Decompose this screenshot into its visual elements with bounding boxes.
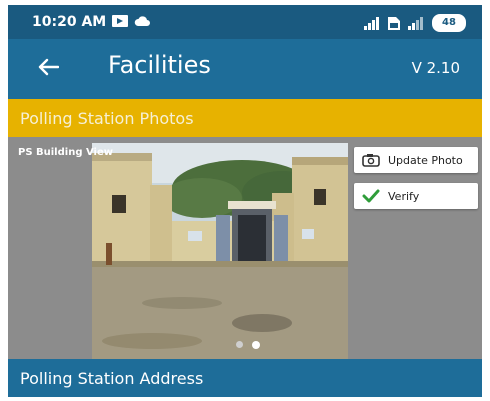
carousel-dot-2[interactable] <box>252 341 260 349</box>
sim-card-icon <box>388 16 400 30</box>
carousel-dot-1[interactable] <box>236 341 243 348</box>
status-right-icons: 48 <box>364 14 466 32</box>
app-version: V 2.10 <box>411 59 460 77</box>
photo-label: PS Building View <box>18 147 113 158</box>
status-time: 10:20 AM <box>32 14 107 30</box>
app-bar: Facilities V 2.10 <box>8 39 482 95</box>
signal-icon <box>364 16 379 30</box>
verify-button[interactable]: Verify <box>354 183 478 209</box>
status-bar: 10:20 AM 48 <box>8 5 482 39</box>
photo-carousel[interactable]: PS Building View Update Photo Verify <box>8 137 482 359</box>
section-title: Polling Station Photos <box>20 109 194 128</box>
update-photo-button[interactable]: Update Photo <box>354 147 478 173</box>
signal-secondary-icon <box>408 16 423 30</box>
update-photo-label: Update Photo <box>388 153 463 167</box>
cloud-icon <box>134 16 150 26</box>
section-title: Polling Station Address <box>20 369 204 388</box>
verify-label: Verify <box>388 189 420 203</box>
carousel-indicator <box>236 341 260 349</box>
check-icon <box>362 189 380 203</box>
camera-icon <box>362 154 380 167</box>
polling-station-photos-header: Polling Station Photos <box>8 99 482 137</box>
page-title: Facilities <box>108 51 211 79</box>
battery-icon: 48 <box>432 14 466 32</box>
status-left-icons <box>112 15 150 27</box>
back-button[interactable] <box>28 51 68 83</box>
polling-station-address-header: Polling Station Address <box>8 359 482 397</box>
arrow-left-icon <box>38 58 59 76</box>
building-photo <box>92 143 348 359</box>
message-icon <box>112 15 128 27</box>
phone-screen: 10:20 AM 48 Facilities V 2.10 Polling St… <box>8 5 482 397</box>
